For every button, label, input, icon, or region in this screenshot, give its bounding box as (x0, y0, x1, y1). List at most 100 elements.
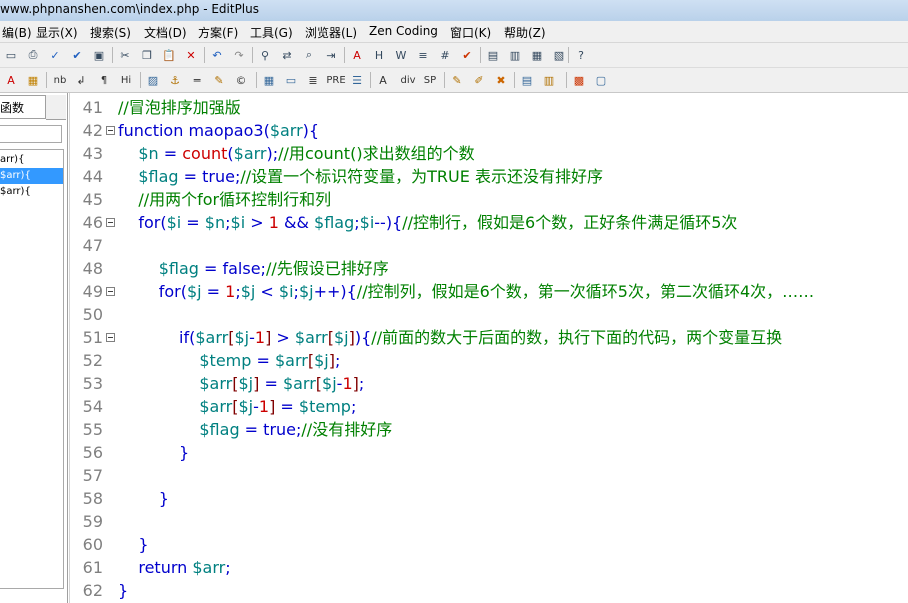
pre-button[interactable]: PRE (326, 71, 346, 89)
panel-icon[interactable]: ▤ (518, 71, 536, 89)
window-icon[interactable]: ▢ (592, 71, 610, 89)
help-icon[interactable]: ? (572, 46, 590, 64)
find-in-files-icon[interactable]: ⌕ (300, 46, 318, 64)
code-line[interactable]: 41 //冒泡排序加强版 (70, 96, 908, 119)
form-icon[interactable]: ▭ (282, 71, 300, 89)
function-list-item[interactable]: arr){ (0, 152, 63, 168)
cut-icon[interactable]: ✂ (116, 46, 134, 64)
new-file-icon[interactable]: ▭ (2, 46, 20, 64)
word-wrap-icon[interactable]: W (392, 46, 410, 64)
function-list[interactable]: arr){$arr){$arr){ (0, 149, 64, 589)
copy-icon[interactable]: ❐ (138, 46, 156, 64)
window-2-icon[interactable]: ▥ (506, 46, 524, 64)
image-icon[interactable]: ▨ (144, 71, 162, 89)
menu-item-1[interactable]: 显示(X) (36, 24, 78, 41)
code-line[interactable]: 48 $flag = false;//先假设已排好序 (70, 257, 908, 280)
style-icon[interactable]: A (374, 71, 392, 89)
code-line[interactable]: 52 $temp = $arr[$j]; (70, 349, 908, 372)
fold-toggle-icon[interactable] (106, 287, 115, 296)
div-button[interactable]: div (398, 71, 418, 89)
code-line[interactable]: 55 $flag = true;//没有排好序 (70, 418, 908, 441)
ruler-icon[interactable]: ≡ (414, 46, 432, 64)
spell-check-icon[interactable]: ✓ (46, 46, 64, 64)
nbsp-button[interactable]: nb (50, 71, 70, 89)
function-search-input[interactable] (0, 125, 62, 143)
check-icon[interactable]: ✔ (68, 46, 86, 64)
table-icon[interactable]: ▦ (260, 71, 278, 89)
font-color-icon[interactable]: A (2, 71, 20, 89)
panel2-icon[interactable]: ▥ (540, 71, 558, 89)
clip-icon[interactable]: ✎ (448, 71, 466, 89)
code-line[interactable]: 57 (70, 464, 908, 487)
window-4-icon[interactable]: ▧ (550, 46, 568, 64)
paragraph-button[interactable]: ¶ (94, 71, 114, 89)
window-3-icon[interactable]: ▦ (528, 46, 546, 64)
menu-item-8[interactable]: 窗口(K) (450, 24, 491, 41)
code-token: = (275, 397, 299, 416)
menu-item-9[interactable]: 帮助(Z) (504, 24, 546, 41)
line-number: 57 (82, 466, 103, 485)
color-palette-icon[interactable]: ▩ (570, 71, 588, 89)
replace-icon[interactable]: ⇄ (278, 46, 296, 64)
menu-item-4[interactable]: 方案(F) (198, 24, 238, 41)
code-line[interactable]: 44 $flag = true;//设置一个标识符变量，为TRUE 表示还没有排… (70, 165, 908, 188)
print-icon[interactable]: ⎙ (24, 46, 42, 64)
undo-icon[interactable]: ↶ (208, 46, 226, 64)
code-line[interactable]: 51 if($arr[$j-1] > $arr[$j]){//前面的数大于后面的… (70, 326, 908, 349)
anchor-icon[interactable]: ⚓ (166, 71, 184, 89)
code-line[interactable]: 54 $arr[$j-1] = $temp; (70, 395, 908, 418)
code-line[interactable]: 49 for($j = 1;$j < $i;$j++){//控制列，假如是6个数… (70, 280, 908, 303)
line-number-icon[interactable]: # (436, 46, 454, 64)
goto-line-icon[interactable]: ⇥ (322, 46, 340, 64)
code-line[interactable]: 59 (70, 510, 908, 533)
heading-button[interactable]: Hi (116, 71, 136, 89)
code-line[interactable]: 60 } (70, 533, 908, 556)
copyright-icon[interactable]: © (232, 71, 250, 89)
tab-functions[interactable]: 函数 (0, 95, 46, 119)
code-line[interactable]: 58 } (70, 487, 908, 510)
tools-icon[interactable]: ✖ (492, 71, 510, 89)
menu-item-2[interactable]: 搜索(S) (90, 24, 131, 41)
edit-icon[interactable]: ✎ (210, 71, 228, 89)
code-line[interactable]: 42 function maopao3($arr){ (70, 119, 908, 142)
list-icon[interactable]: ☰ (348, 71, 366, 89)
code-line[interactable]: 53 $arr[$j] = $arr[$j-1]; (70, 372, 908, 395)
line-break-icon[interactable]: ↲ (72, 71, 90, 89)
function-list-item[interactable]: $arr){ (0, 184, 63, 200)
code-line[interactable]: 61 return $arr; (70, 556, 908, 579)
code-token: } (118, 581, 129, 600)
code-line[interactable]: 43 $n = count($arr);//用count()求出数组的个数 (70, 142, 908, 165)
code-editor[interactable]: 41//冒泡排序加强版 42 function maopao3($arr){43 $… (70, 93, 908, 603)
menu-item-5[interactable]: 工具(G) (250, 24, 293, 41)
delete-icon[interactable]: ✕ (182, 46, 200, 64)
code-line[interactable]: 56 } (70, 441, 908, 464)
menu-item-0[interactable]: 编(B) (2, 24, 32, 41)
spellcheck-mark-icon[interactable]: ✔ (458, 46, 476, 64)
code-token: > (271, 328, 295, 347)
window-1-icon[interactable]: ▤ (484, 46, 502, 64)
fold-toggle-icon[interactable] (106, 333, 115, 342)
redo-icon[interactable]: ↷ (230, 46, 248, 64)
span-button[interactable]: SP (420, 71, 440, 89)
code-line[interactable]: 45 //用两个for循环控制行和列 (70, 188, 908, 211)
function-list-item[interactable]: $arr){ (0, 168, 63, 184)
hr-icon[interactable]: ═ (188, 71, 206, 89)
align-icon[interactable]: ≣ (304, 71, 322, 89)
brush-icon[interactable]: ✐ (470, 71, 488, 89)
code-line[interactable]: 47 (70, 234, 908, 257)
menu-item-6[interactable]: 浏览器(L) (305, 24, 357, 41)
color-grid-icon[interactable]: ▦ (24, 71, 42, 89)
fold-toggle-icon[interactable] (106, 218, 115, 227)
find-icon[interactable]: ⚲ (256, 46, 274, 64)
code-line[interactable]: 50 (70, 303, 908, 326)
code-line[interactable]: 46 for($i = $n;$i > 1 && $flag;$i--){//控… (70, 211, 908, 234)
menu-item-3[interactable]: 文档(D) (144, 24, 187, 41)
code-token: $flag (158, 259, 199, 278)
code-line[interactable]: 62} (70, 579, 908, 602)
hex-icon[interactable]: H (370, 46, 388, 64)
paste-icon[interactable]: 📋 (160, 46, 178, 64)
font-icon[interactable]: A (348, 46, 366, 64)
preview-icon[interactable]: ▣ (90, 46, 108, 64)
fold-toggle-icon[interactable] (106, 126, 115, 135)
menu-item-7[interactable]: Zen Coding (369, 24, 438, 38)
